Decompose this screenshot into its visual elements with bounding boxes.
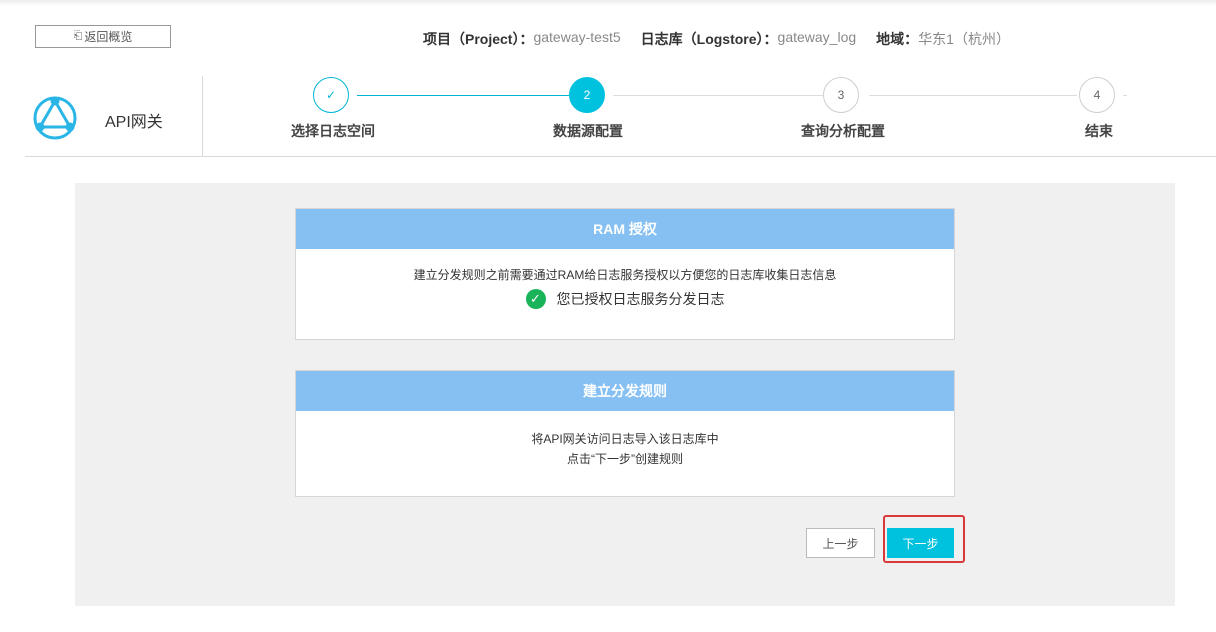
project-meta: 项目（Project）： gateway-test5 日志库（Logstore）… <box>423 29 1030 49</box>
dispatch-rule-title: 建立分发规则 <box>296 371 954 411</box>
region-value: 华东1（杭州） <box>918 31 1010 47</box>
back-to-overview-button[interactable]: ⎗ 返回概览 <box>35 25 171 48</box>
back-label: 返回概览 <box>84 30 133 44</box>
step-connector-4 <box>1123 95 1127 96</box>
step-4-label: 结束 <box>1085 123 1113 139</box>
check-circle-icon: ✓ <box>525 289 546 309</box>
step-connector-3 <box>869 95 1077 96</box>
next-step-button[interactable]: 下一步 <box>887 528 954 558</box>
step-2-label: 数据源配置 <box>553 123 623 139</box>
step-1-label: 选择日志空间 <box>291 123 375 139</box>
ram-auth-status-text: 您已授权日志服务分发日志 <box>556 291 725 307</box>
previous-step-button[interactable]: 上一步 <box>806 528 875 558</box>
header-bottom-border <box>25 156 1216 157</box>
step-connector-1 <box>357 95 569 96</box>
step-4-number: 4 <box>1093 88 1101 102</box>
step-1-check-icon: ✓ <box>325 88 337 102</box>
ram-auth-body: 建立分发规则之前需要通过RAM给日志服务授权以方便您的日志库收集日志信息 ✓ 您… <box>296 249 954 309</box>
brand-name: API网关 <box>105 114 163 131</box>
top-shadow <box>0 0 1216 6</box>
back-icon: ⎗ <box>73 30 83 42</box>
dispatch-rule-line1: 将API网关访问日志导入该日志库中 <box>531 432 719 446</box>
region-key: 地域： <box>876 31 919 47</box>
ram-auth-title: RAM 授权 <box>296 209 954 249</box>
header-divider <box>202 76 203 156</box>
dispatch-rule-card: 建立分发规则 将API网关访问日志导入该日志库中 点击“下一步”创建规则 <box>295 370 955 497</box>
project-key: 项目（Project）： <box>423 31 534 47</box>
step-4-indicator: 4 <box>1079 77 1115 113</box>
dispatch-rule-line2: 点击“下一步”创建规则 <box>567 452 683 466</box>
logstore-key: 日志库（Logstore）： <box>640 31 778 47</box>
project-value: gateway-test5 <box>533 29 621 45</box>
dispatch-rule-body: 将API网关访问日志导入该日志库中 点击“下一步”创建规则 <box>296 411 954 469</box>
step-3-label: 查询分析配置 <box>801 123 885 139</box>
ram-auth-status: ✓ 您已授权日志服务分发日志 <box>296 289 954 309</box>
ram-auth-description: 建立分发规则之前需要通过RAM给日志服务授权以方便您的日志库收集日志信息 <box>413 268 837 282</box>
step-1-indicator: ✓ <box>313 77 349 113</box>
step-2-number: 2 <box>583 88 591 102</box>
logstore-value: gateway_log <box>777 29 857 45</box>
ram-auth-card: RAM 授权 建立分发规则之前需要通过RAM给日志服务授权以方便您的日志库收集日… <box>295 208 955 340</box>
step-3-number: 3 <box>837 88 845 102</box>
api-gateway-logo-icon <box>33 96 77 140</box>
step-2-indicator: 2 <box>569 77 605 113</box>
step-3-indicator: 3 <box>823 77 859 113</box>
step-connector-2 <box>613 95 823 96</box>
